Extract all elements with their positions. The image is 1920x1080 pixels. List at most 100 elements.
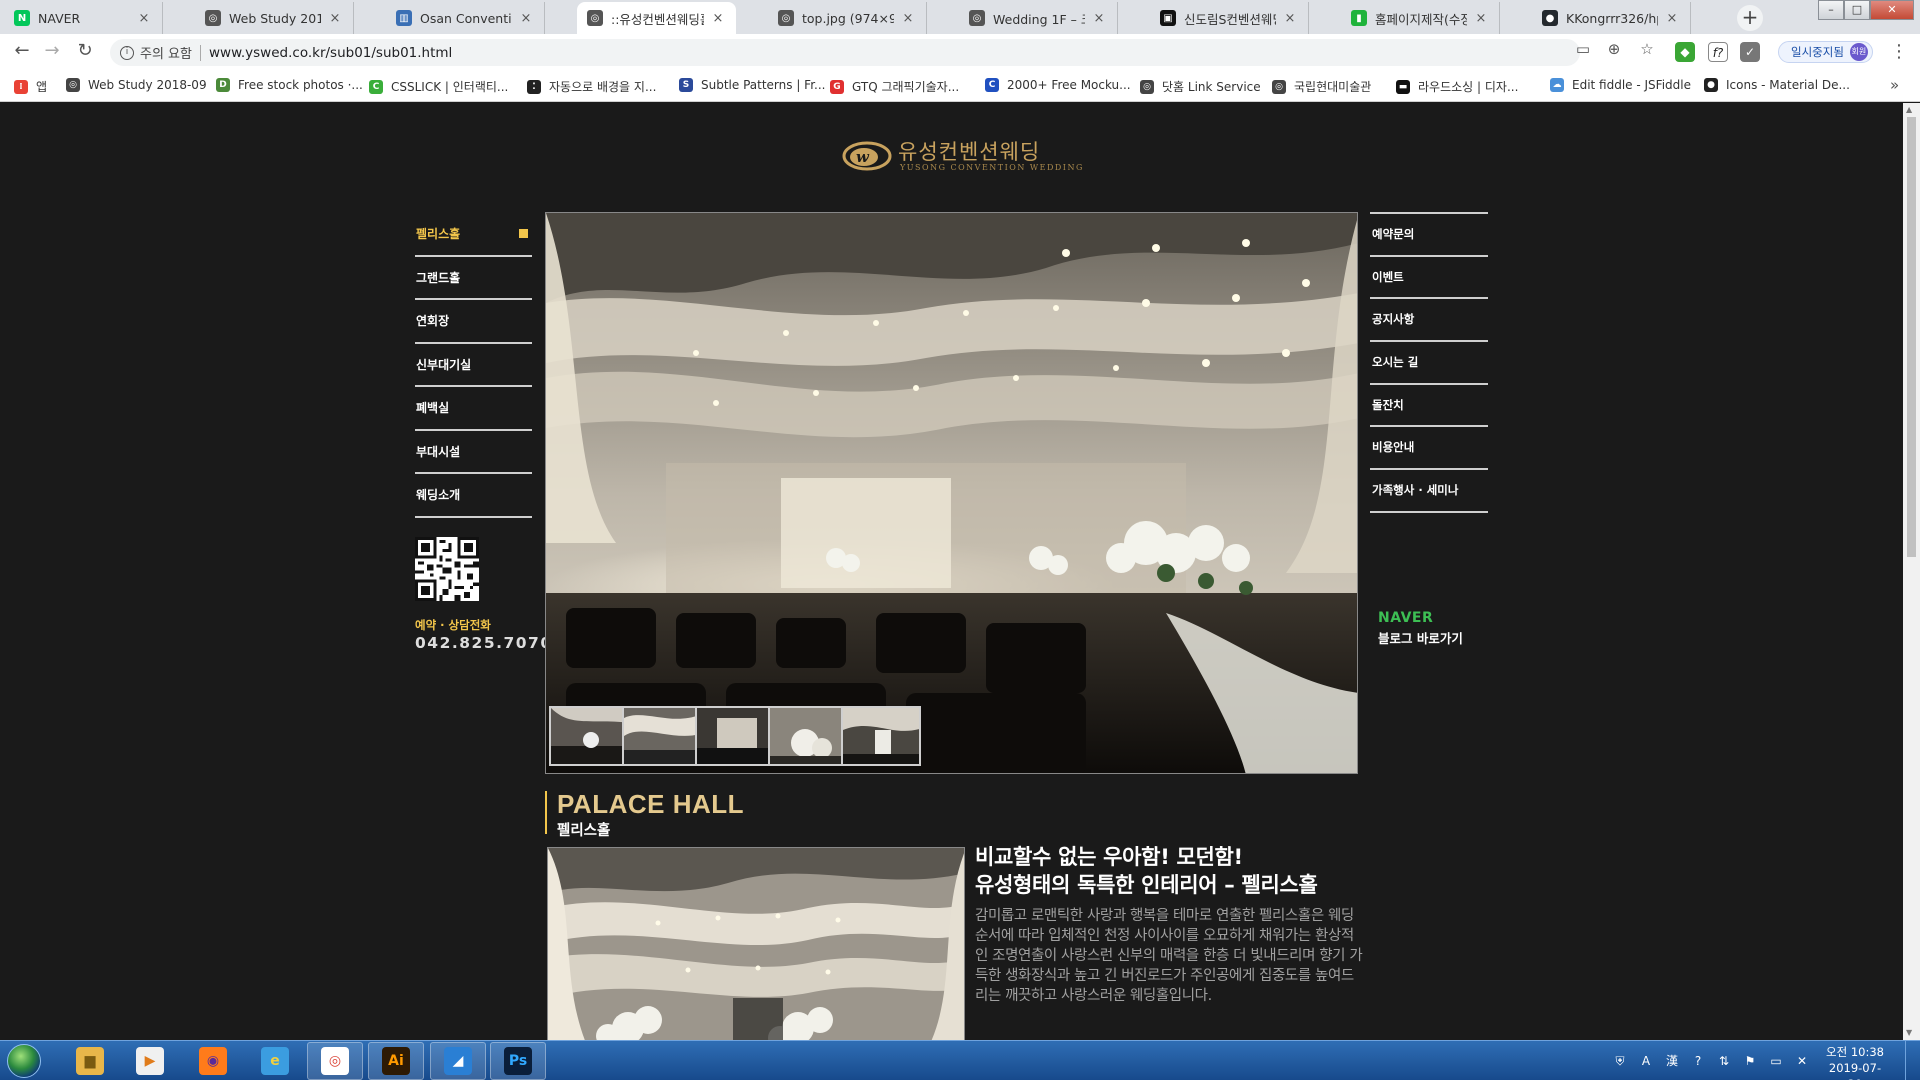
hall-thumbnail[interactable] (549, 706, 629, 766)
info-menu-item[interactable]: 이벤트 (1370, 257, 1488, 300)
info-icon[interactable]: i (120, 45, 134, 60)
page-scrollbar[interactable]: ▲ ▼ (1903, 103, 1920, 1040)
browser-tab[interactable]: ▣ 신도림S컨벤션웨딩홀 × (1150, 2, 1309, 34)
close-icon[interactable]: × (900, 11, 916, 26)
contact-phone[interactable]: 042.825.7070 (415, 634, 553, 652)
info-menu-item[interactable]: 가족행사 · 세미나 (1370, 470, 1488, 513)
browser-tab[interactable]: ● KKongrrr326/hp.test8 × (1532, 2, 1691, 34)
hall-menu-item[interactable]: 부대시설 (415, 431, 532, 474)
bookmark-item[interactable]: G GTQ 그래픽기술자... (830, 78, 959, 95)
show-desktop-button[interactable] (1905, 1041, 1920, 1080)
address-bar[interactable]: i 주의 요함 www.yswed.co.kr/sub01/sub01.html (110, 39, 1580, 66)
reload-button[interactable]: ↻ (73, 40, 97, 64)
info-menu-item[interactable]: 비용안내 (1370, 427, 1488, 471)
media-player-taskbar-button[interactable]: ▶ (122, 1042, 178, 1080)
security-status[interactable]: 주의 요함 (140, 43, 192, 62)
firefox-taskbar-button[interactable]: ◉ (185, 1042, 241, 1080)
browser-tab[interactable]: ▥ Osan Convention Wed × (386, 2, 545, 34)
chrome-taskbar-button[interactable]: ◎ (307, 1042, 363, 1080)
close-icon[interactable]: × (710, 11, 726, 26)
close-icon[interactable]: × (136, 11, 152, 26)
bookmark-item[interactable]: ⁚ 자동으로 배경을 지... (527, 78, 656, 95)
close-icon[interactable]: × (327, 11, 343, 26)
info-menu-item[interactable]: 예약문의 (1370, 214, 1488, 257)
hall-thumbnail[interactable] (695, 706, 775, 766)
scroll-thumb[interactable] (1907, 117, 1916, 557)
browser-tab[interactable]: N NAVER × (4, 2, 163, 34)
hall-menu-item[interactable]: 폐백실 (415, 387, 532, 431)
hall-menu-item[interactable]: 펠리스홀 (415, 213, 532, 257)
bookmark-item[interactable]: ◎ 국립현대미술관 (1272, 78, 1371, 95)
bookmark-item[interactable]: ◎ 닷홈 Link Service (1140, 78, 1261, 95)
scroll-down-icon[interactable]: ▼ (1906, 1028, 1912, 1037)
green-extension-icon[interactable]: ◆ (1675, 42, 1695, 62)
naver-blog-link[interactable]: NAVER 블로그 바로가기 (1378, 610, 1463, 647)
ime-hanja-icon[interactable]: 漢 (1664, 1053, 1680, 1069)
info-menu-item[interactable]: 오시는 길 (1370, 342, 1488, 385)
vscode-taskbar-button[interactable]: ◢ (430, 1042, 486, 1080)
qr-code-icon[interactable] (415, 537, 479, 601)
zoom-icon[interactable]: ⊕ (1603, 40, 1625, 58)
bookmark-item[interactable]: S Subtle Patterns | Fr... (679, 78, 825, 92)
explorer-taskbar-button[interactable]: ▆ (62, 1042, 118, 1080)
tab-title: KKongrrr326/hp.test8 (1566, 10, 1658, 26)
maximize-button[interactable]: □ (1844, 0, 1870, 20)
close-icon[interactable]: × (1282, 11, 1298, 26)
shield-icon[interactable]: ⛨ (1612, 1053, 1628, 1069)
info-menu-item[interactable]: 돌잔치 (1370, 385, 1488, 428)
menu-icon[interactable]: ⋮ (1890, 41, 1908, 62)
illustrator-taskbar-button[interactable]: Ai (368, 1042, 424, 1080)
close-icon[interactable]: × (1664, 11, 1680, 26)
hall-menu-item[interactable]: 웨딩소개 (415, 474, 532, 518)
internet-explorer-taskbar-button[interactable]: e (247, 1042, 303, 1080)
ime-a-icon[interactable]: A (1638, 1053, 1654, 1069)
browser-tab[interactable]: ◎ top.jpg (974×99) × (768, 2, 927, 34)
bookmark-item[interactable]: ⁞ 앱 (14, 78, 47, 95)
forward-button[interactable]: → (40, 40, 64, 64)
info-menu-item[interactable]: 공지사항 (1370, 299, 1488, 343)
close-icon[interactable]: × (1091, 11, 1107, 26)
close-icon[interactable]: × (1473, 11, 1489, 26)
start-button[interactable] (7, 1044, 41, 1078)
clock[interactable]: 오전 10:38 2019-07-29 (1822, 1044, 1888, 1080)
photoshop-taskbar-button[interactable]: Ps (490, 1042, 546, 1080)
hall-menu-item[interactable]: 연회장 (415, 300, 532, 344)
browser-tab[interactable]: ◎ Wedding 1F – 크루즈3 × (959, 2, 1118, 34)
hall-menu-item[interactable]: 신부대기실 (415, 344, 532, 387)
browser-tab[interactable]: ◎::유성컨벤션웨딩홀입니 × (577, 2, 736, 34)
url-text[interactable]: www.yswed.co.kr/sub01/sub01.html (209, 45, 452, 61)
new-tab-button[interactable]: + (1737, 5, 1763, 31)
bookmark-star-icon[interactable]: ☆ (1636, 40, 1658, 58)
hall-menu-label: 웨딩소개 (416, 488, 461, 502)
close-icon[interactable]: × (518, 11, 534, 26)
globe-icon: ◎ (66, 78, 80, 92)
hall-thumbnail[interactable] (768, 706, 848, 766)
cast-icon[interactable]: ▭ (1572, 40, 1594, 58)
hall-thumbnail[interactable] (622, 706, 702, 766)
bookmark-item[interactable]: ● Icons - Material De... (1704, 78, 1850, 92)
help-icon[interactable]: ? (1690, 1053, 1706, 1069)
profile-button[interactable]: 일시중지됨 회원 (1778, 41, 1873, 63)
site-logo[interactable]: w 유성컨벤션웨딩 YUSONG CONVENTION WEDDING (842, 134, 1082, 180)
volume-mute-icon[interactable]: ✕ (1794, 1053, 1810, 1069)
browser-tab[interactable]: ▮ 홈페이지제작(수정) : 네 × (1341, 2, 1500, 34)
scroll-up-icon[interactable]: ▲ (1906, 105, 1912, 114)
back-button[interactable]: ← (10, 40, 34, 64)
browser-tab[interactable]: ◎ Web Study 2018-09 × (195, 2, 354, 34)
bookmarks-overflow-icon[interactable]: » (1890, 76, 1899, 94)
hall-thumbnail[interactable] (841, 706, 921, 766)
bookmark-item[interactable]: ▬ 라우드소싱 | 디자... (1396, 78, 1518, 95)
function-extension-icon[interactable]: f? (1708, 42, 1728, 62)
flag-icon[interactable]: ⚑ (1742, 1053, 1758, 1069)
network-icon[interactable]: ⇅ (1716, 1053, 1732, 1069)
bookmark-item[interactable]: C 2000+ Free Mocku... (985, 78, 1131, 92)
check-extension-icon[interactable]: ✓ (1740, 42, 1760, 62)
bookmark-item[interactable]: ☁ Edit fiddle - JSFiddle (1550, 78, 1691, 92)
bookmark-item[interactable]: C CSSLICK | 인터랙티... (369, 78, 508, 95)
hall-menu-item[interactable]: 그랜드홀 (415, 257, 532, 300)
window-close-button[interactable]: ✕ (1870, 0, 1914, 20)
monitor-icon[interactable]: ▭ (1768, 1053, 1784, 1069)
minimize-button[interactable]: – (1818, 0, 1844, 20)
bookmark-item[interactable]: ◎ Web Study 2018-09 (66, 78, 207, 92)
bookmark-item[interactable]: D Free stock photos ·... (216, 78, 363, 92)
